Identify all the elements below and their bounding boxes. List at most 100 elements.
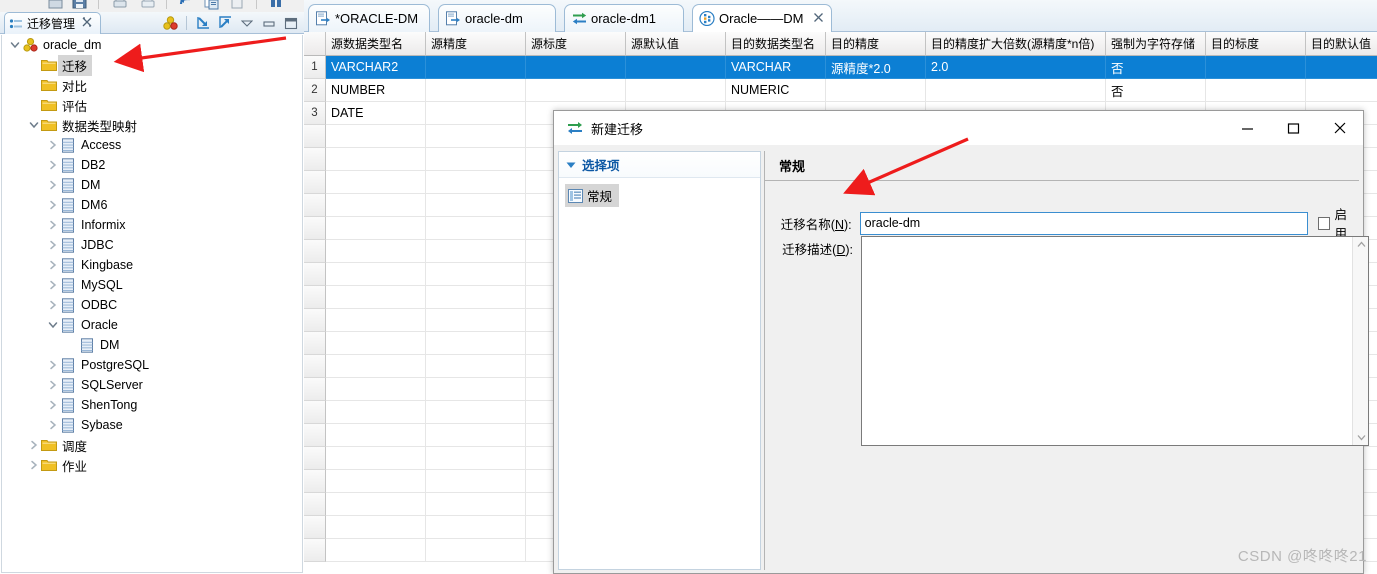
grid-cell[interactable] bbox=[526, 79, 626, 102]
tree-item-oracle[interactable]: Oracle bbox=[2, 315, 302, 335]
grid-cell[interactable] bbox=[326, 355, 426, 378]
grid-row-header[interactable] bbox=[304, 424, 326, 447]
minimize-button[interactable] bbox=[1224, 111, 1270, 145]
grid-cell[interactable] bbox=[426, 79, 526, 102]
grid-cell[interactable] bbox=[326, 286, 426, 309]
tree-item-mysql[interactable]: MySQL bbox=[2, 275, 302, 295]
grid-row-header[interactable] bbox=[304, 263, 326, 286]
grid-cell[interactable] bbox=[426, 148, 526, 171]
grid-row-header[interactable] bbox=[304, 516, 326, 539]
tree-item--[interactable]: 评估 bbox=[2, 95, 302, 115]
tree-item-dm6[interactable]: DM6 bbox=[2, 195, 302, 215]
grid-cell[interactable] bbox=[626, 79, 726, 102]
grid-cell[interactable] bbox=[426, 102, 526, 125]
tree-item-shentong[interactable]: ShenTong bbox=[2, 395, 302, 415]
tree-item-sqlserver[interactable]: SQLServer bbox=[2, 375, 302, 395]
maximize-button[interactable] bbox=[1270, 111, 1316, 145]
grid-cell[interactable] bbox=[426, 194, 526, 217]
grid-column-header[interactable]: 强制为字符存储 bbox=[1106, 32, 1206, 56]
grid-cell[interactable] bbox=[426, 378, 526, 401]
grid-cell[interactable] bbox=[826, 79, 926, 102]
grid-cell[interactable] bbox=[1306, 56, 1377, 79]
grid-row-header[interactable] bbox=[304, 493, 326, 516]
tree-item-dm[interactable]: DM bbox=[2, 175, 302, 195]
print-preview-icon[interactable] bbox=[140, 0, 156, 10]
grid-cell[interactable]: 源精度*2.0 bbox=[826, 56, 926, 79]
tree-item-kingbase[interactable]: Kingbase bbox=[2, 255, 302, 275]
chevron-right-icon[interactable] bbox=[46, 275, 59, 295]
grid-cell[interactable] bbox=[1306, 79, 1377, 102]
tree-item--[interactable]: 对比 bbox=[2, 75, 302, 95]
grid-cell[interactable] bbox=[326, 217, 426, 240]
grid-cell[interactable] bbox=[526, 56, 626, 79]
tree-item-jdbc[interactable]: JDBC bbox=[2, 235, 302, 255]
grid-column-header[interactable]: 源精度 bbox=[426, 32, 526, 56]
grid-cell[interactable] bbox=[426, 332, 526, 355]
grid-cell[interactable] bbox=[326, 171, 426, 194]
grid-cell[interactable]: NUMERIC bbox=[726, 79, 826, 102]
close-icon[interactable] bbox=[813, 12, 824, 26]
minimize-icon[interactable] bbox=[260, 15, 278, 32]
grid-cell[interactable] bbox=[326, 332, 426, 355]
tree-item-postgresql[interactable]: PostgreSQL bbox=[2, 355, 302, 375]
grid-cell[interactable] bbox=[1206, 79, 1306, 102]
checkbox-icon[interactable] bbox=[1317, 216, 1331, 230]
view-menu-icon[interactable] bbox=[238, 15, 256, 32]
connections-icon[interactable] bbox=[161, 15, 179, 32]
grid-row-header[interactable]: 1 bbox=[304, 56, 326, 79]
nav-item-general[interactable]: 常规 bbox=[565, 184, 620, 207]
tree-item--[interactable]: 数据类型映射 bbox=[2, 115, 302, 135]
chevron-right-icon[interactable] bbox=[46, 155, 59, 175]
tree-item-db2[interactable]: DB2 bbox=[2, 155, 302, 175]
tree-item--[interactable]: 调度 bbox=[2, 435, 302, 455]
grid-cell[interactable] bbox=[626, 56, 726, 79]
tree-item-access[interactable]: Access bbox=[2, 135, 302, 155]
grid-row-header[interactable] bbox=[304, 240, 326, 263]
grid-cell[interactable] bbox=[926, 79, 1106, 102]
grid-cell[interactable] bbox=[426, 447, 526, 470]
grid-cell[interactable]: 否 bbox=[1106, 79, 1206, 102]
editor-tab-oracle-dm[interactable]: Oracle——DM bbox=[692, 4, 832, 32]
print-icon[interactable] bbox=[112, 0, 128, 10]
grid-cell[interactable] bbox=[426, 401, 526, 424]
chevron-right-icon[interactable] bbox=[46, 375, 59, 395]
grid-cell[interactable] bbox=[426, 470, 526, 493]
grid-column-header[interactable]: 目的默认值 bbox=[1306, 32, 1377, 56]
grid-row-header[interactable] bbox=[304, 309, 326, 332]
grid-cell[interactable] bbox=[326, 539, 426, 562]
grid-row-header[interactable] bbox=[304, 401, 326, 424]
tree-item--[interactable]: 作业 bbox=[2, 455, 302, 475]
grid-cell[interactable]: VARCHAR bbox=[726, 56, 826, 79]
grid-column-header[interactable]: 目的标度 bbox=[1206, 32, 1306, 56]
tree-item-dm[interactable]: DM bbox=[2, 335, 302, 355]
grid-column-header[interactable]: 目的精度 bbox=[826, 32, 926, 56]
migration-name-input[interactable] bbox=[859, 211, 1308, 235]
grid-column-header[interactable]: 源默认值 bbox=[626, 32, 726, 56]
grid-row-header[interactable] bbox=[304, 125, 326, 148]
grid-cell[interactable] bbox=[426, 424, 526, 447]
grid-cell[interactable] bbox=[426, 355, 526, 378]
migration-tree[interactable]: oracle_dm 迁移 对比 评估 数据类型映射 Access DB2 DM DM6 Infor… bbox=[1, 35, 303, 573]
grid-row-header[interactable] bbox=[304, 332, 326, 355]
paste-icon[interactable] bbox=[230, 0, 246, 10]
grid-cell[interactable] bbox=[326, 240, 426, 263]
grid-row-header[interactable] bbox=[304, 539, 326, 562]
editor-tab-oracle-dm1[interactable]: oracle-dm1 bbox=[564, 4, 684, 32]
grid-cell[interactable] bbox=[326, 401, 426, 424]
grid-cell[interactable] bbox=[426, 286, 526, 309]
scroll-down-icon[interactable] bbox=[1353, 430, 1369, 445]
grid-row-header[interactable]: 2 bbox=[304, 79, 326, 102]
chevron-right-icon[interactable] bbox=[46, 215, 59, 235]
grid-row-header[interactable] bbox=[304, 194, 326, 217]
view-tab-migration-manager[interactable]: 迁移管理 bbox=[4, 12, 102, 34]
desc-scrollbar[interactable] bbox=[1352, 237, 1368, 445]
tree-item-informix[interactable]: Informix bbox=[2, 215, 302, 235]
chevron-down-icon[interactable] bbox=[8, 35, 21, 55]
chevron-right-icon[interactable] bbox=[46, 415, 59, 435]
grid-cell[interactable] bbox=[426, 539, 526, 562]
grid-row-header[interactable] bbox=[304, 171, 326, 194]
export-icon[interactable] bbox=[216, 15, 234, 32]
maximize-icon[interactable] bbox=[282, 15, 300, 32]
import-icon[interactable] bbox=[194, 15, 212, 32]
save-icon[interactable] bbox=[72, 0, 88, 10]
